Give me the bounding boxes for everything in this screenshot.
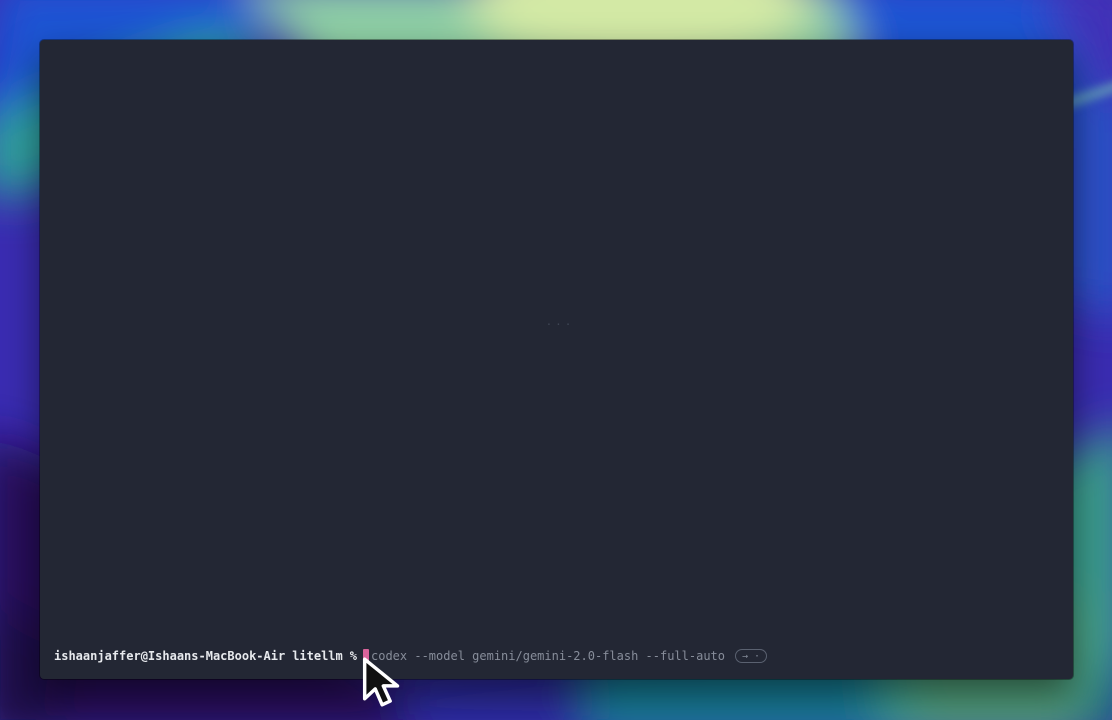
terminal-window[interactable]: ··· ishaanjaffer@Ishaans-MacBook-Air lit…: [40, 40, 1073, 679]
mouse-pointer-icon: [361, 653, 401, 711]
prompt-line[interactable]: ishaanjaffer@Ishaans-MacBook-Air litellm…: [54, 648, 767, 664]
autosuggestion-text: codex --model gemini/gemini-2.0-flash --…: [371, 648, 725, 664]
desktop: ··· ishaanjaffer@Ishaans-MacBook-Air lit…: [0, 0, 1112, 720]
prompt-directory: litellm: [292, 648, 343, 664]
prompt-symbol: %: [350, 648, 357, 664]
accept-suggestion-hint-badge[interactable]: → ·: [735, 649, 767, 663]
prompt-user-host: ishaanjaffer@Ishaans-MacBook-Air: [54, 648, 285, 664]
scrollback-ellipsis: ···: [540, 318, 580, 331]
